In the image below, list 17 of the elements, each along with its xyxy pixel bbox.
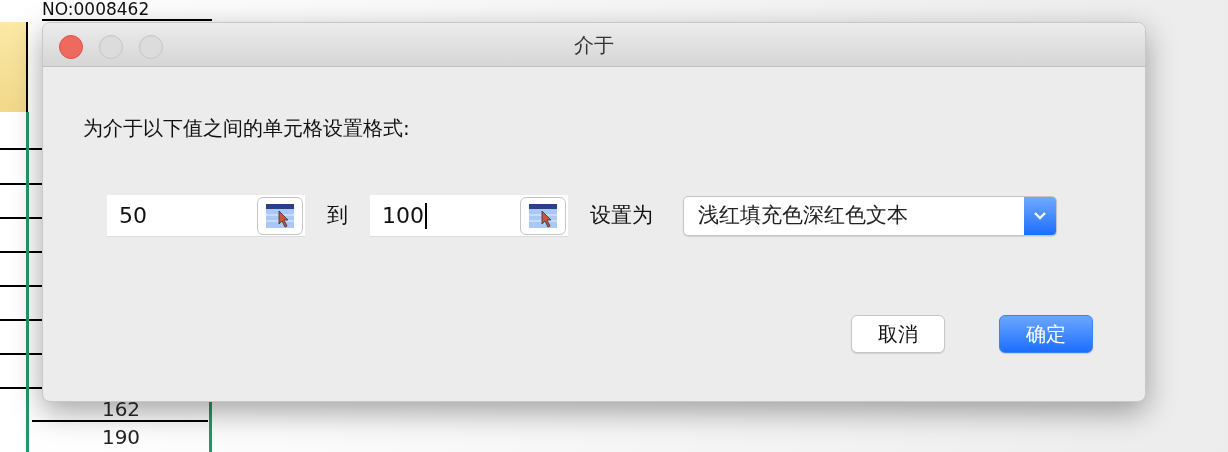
range-picker-button[interactable] [520, 196, 566, 235]
range-picker-button[interactable] [257, 196, 303, 235]
format-label: 设置为 [590, 202, 653, 230]
to-label: 到 [327, 202, 348, 230]
selection-border [209, 400, 212, 452]
input-field[interactable]: 50 [107, 195, 305, 237]
range-picker-icon [528, 202, 558, 229]
window-title: 介于 [574, 31, 614, 59]
range-picker-icon [265, 202, 295, 229]
input-field[interactable]: 100 [370, 195, 568, 237]
table-cell-text: 190 [100, 424, 142, 450]
format-dropdown[interactable]: 浅红填充色深红色文本 [683, 196, 1057, 236]
table-cell-text: 162 [100, 398, 142, 418]
cancel-button[interactable]: 取消 [851, 315, 945, 353]
prompt-text: 为介于以下值之间的单元格设置格式: [83, 115, 410, 142]
close-button[interactable] [59, 35, 83, 59]
chevron-down-icon [1033, 211, 1047, 221]
